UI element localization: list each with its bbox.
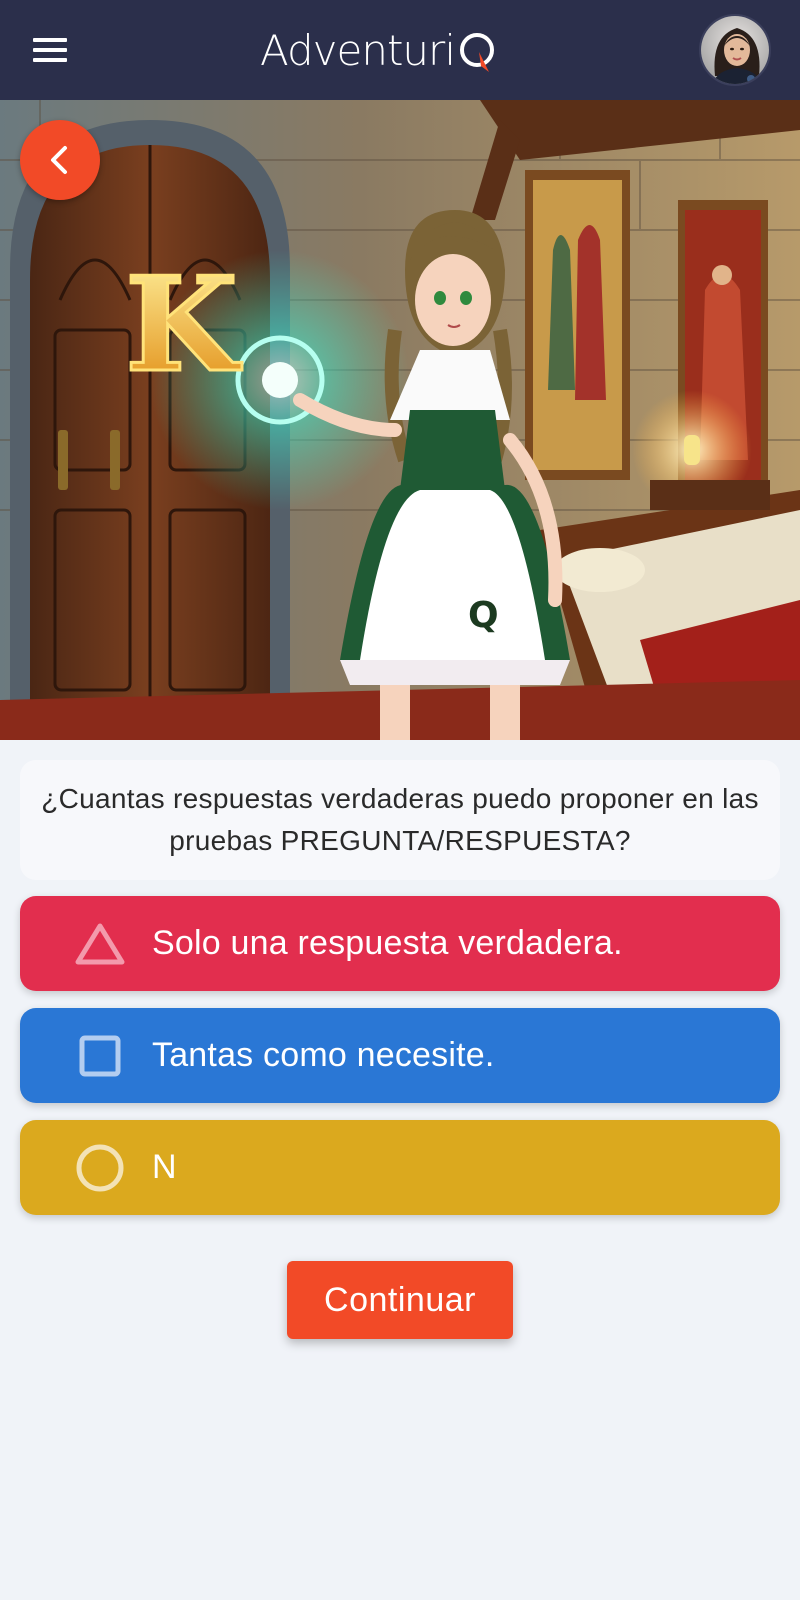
svg-text:K: K <box>125 248 242 401</box>
back-button[interactable] <box>20 120 100 200</box>
logo-text: Adventuri <box>260 25 456 75</box>
answer-label: Tantas como necesite. <box>152 1036 495 1074</box>
chevron-left-icon <box>51 146 67 174</box>
illustration-image: K Q <box>0 100 800 740</box>
question-text: ¿Cuantas respuestas verdaderas puedo pro… <box>41 783 759 856</box>
svg-text:Q: Q <box>468 595 499 636</box>
continue-button[interactable]: Continuar <box>287 1261 513 1339</box>
square-icon <box>70 1026 130 1086</box>
circle-icon <box>70 1138 130 1198</box>
app-logo[interactable]: Adventuri <box>260 20 501 80</box>
hero-illustration: K Q <box>0 100 800 740</box>
answer-option-3[interactable]: N <box>20 1120 780 1215</box>
hamburger-menu-icon[interactable] <box>33 38 67 62</box>
answer-option-1[interactable]: Solo una respuesta verdadera. <box>20 896 780 991</box>
answer-label: Solo una respuesta verdadera. <box>152 924 623 962</box>
triangle-icon <box>70 914 130 974</box>
question-card: ¿Cuantas respuestas verdaderas puedo pro… <box>20 760 780 880</box>
logo-q-mark-icon <box>460 33 494 72</box>
answer-option-2[interactable]: Tantas como necesite. <box>20 1008 780 1103</box>
answer-label: N <box>152 1148 177 1186</box>
user-avatar[interactable] <box>699 14 771 86</box>
app-header: Adventuri <box>0 0 800 100</box>
